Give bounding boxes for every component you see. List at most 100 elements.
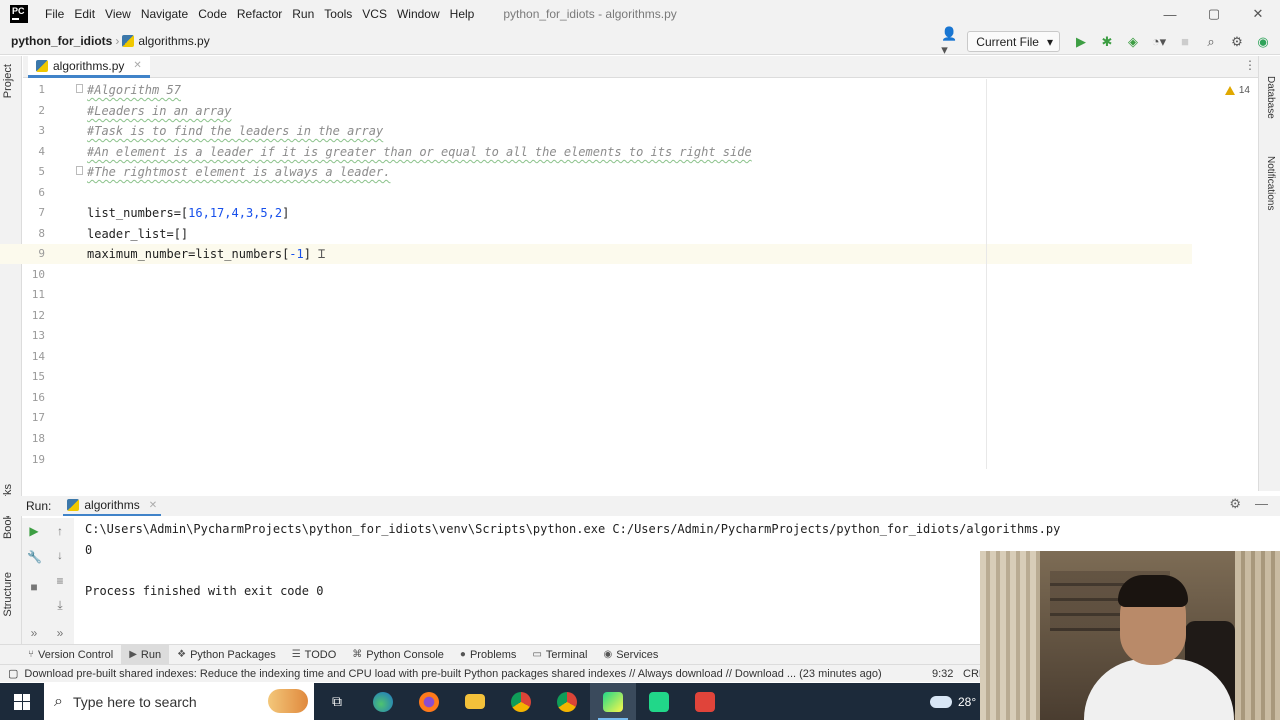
code-line-8: leader_list=[] [87, 224, 188, 244]
tab-python-packages[interactable]: ❖ Python Packages [169, 645, 284, 665]
close-icon[interactable]: ✕ [133, 60, 141, 71]
tab-problems[interactable]: ● Problems [452, 645, 525, 665]
breadcrumb-file-label: algorithms.py [138, 34, 210, 48]
weather-icon[interactable] [930, 695, 952, 708]
tab-version-control[interactable]: ⑂ Version Control [20, 645, 121, 665]
tab-python-console[interactable]: ⌘ Python Console [344, 645, 452, 665]
inspection-widget[interactable]: 14 [1224, 85, 1250, 96]
coverage-icon[interactable]: ◈ [1122, 32, 1144, 52]
menu-vcs[interactable]: VCS [357, 7, 392, 21]
terminal-icon: ▭ [532, 649, 542, 660]
structure-tool-tab[interactable]: Structure [2, 572, 14, 617]
comment-text: #Algorithm 57 [87, 83, 181, 97]
line-number: 8 [38, 227, 45, 240]
hide-icon[interactable]: — [1255, 496, 1268, 512]
tab-services[interactable]: ◉ Services [595, 645, 666, 665]
taskbar-app-pycharm[interactable] [590, 683, 636, 720]
taskbar-app-chrome[interactable] [498, 683, 544, 720]
menu-help[interactable]: Help [445, 7, 480, 21]
up-icon[interactable]: ↑ [53, 524, 67, 538]
code-area[interactable]: #Algorithm 57 #Leaders in an array #Task… [87, 79, 1237, 469]
menu-view[interactable]: View [100, 7, 136, 21]
minimize-button[interactable]: — [1148, 0, 1192, 28]
line-number: 1 [38, 83, 45, 96]
database-tool-tab[interactable]: Database [1265, 76, 1276, 119]
run-panel-label: Run: [26, 499, 52, 513]
wrench-icon[interactable]: 🔧 [27, 550, 42, 564]
stop-icon[interactable]: ■ [1174, 32, 1196, 52]
code-editor[interactable]: 1 2 3 4 5 6 7 8 9 10 11 12 13 14 15 16 1… [0, 79, 1258, 469]
tab-algorithms-py[interactable]: algorithms.py ✕ [28, 56, 150, 78]
jetbrains-logo-icon[interactable]: ◉ [1252, 32, 1274, 52]
line-number: 3 [38, 124, 45, 137]
firefox-icon [419, 691, 439, 712]
scroll-to-end-icon[interactable]: ⤓ [53, 598, 67, 612]
taskbar-search[interactable]: ⌕ Type here to search [44, 683, 314, 720]
navbar-actions: 👤▾ Current File ▾ ▶ ✱ ◈ ◔▾ ■ ⌕ ⚙ ◉ [941, 26, 1274, 57]
menu-file[interactable]: File [40, 7, 69, 21]
weather-temp[interactable]: 28° [958, 695, 976, 709]
status-message[interactable]: ▢ Download pre-built shared indexes: Red… [8, 667, 882, 681]
console-line: Process finished with exit code 0 [85, 584, 324, 598]
profile-icon[interactable]: ◔▾ [1148, 32, 1170, 52]
list-icon: ☰ [291, 649, 301, 660]
tab-terminal[interactable]: ▭ Terminal [524, 645, 595, 665]
app-icon [695, 691, 715, 712]
task-view-button[interactable]: ⧉ [314, 683, 360, 720]
menu-code[interactable]: Code [193, 7, 232, 21]
run-console[interactable]: C:\Users\Admin\PycharmProjects\python_fo… [75, 518, 1060, 644]
code-token: maximum_number=list_numbers[ [87, 247, 290, 261]
taskbar-app-red[interactable] [682, 683, 728, 720]
menu-edit[interactable]: Edit [69, 7, 100, 21]
taskbar-app-explorer[interactable] [452, 683, 498, 720]
search-icon[interactable]: ⌕ [1200, 32, 1222, 52]
taskbar-app-chrome-2[interactable] [544, 683, 590, 720]
run-icon[interactable]: ▶ [1070, 32, 1092, 52]
tab-run[interactable]: ▶ Run [121, 644, 170, 665]
run-panel-header: Run: algorithms ✕ ⚙ — [0, 496, 1280, 516]
close-button[interactable]: ✕ [1236, 0, 1280, 28]
taskbar-app-pycharm-ce[interactable] [636, 683, 682, 720]
maximize-button[interactable]: ▢ [1192, 0, 1236, 28]
edge-icon [373, 691, 393, 712]
gear-icon[interactable]: ⚙ [1226, 32, 1248, 52]
more-icon[interactable]: » [27, 626, 41, 640]
tab-run-algorithms[interactable]: algorithms ✕ [63, 496, 162, 516]
soft-wrap-icon[interactable]: ≡ [53, 574, 67, 588]
debug-icon[interactable]: ✱ [1096, 32, 1118, 52]
tab-todo[interactable]: ☰ TODO [284, 645, 345, 665]
menu-refactor[interactable]: Refactor [232, 7, 287, 21]
close-icon[interactable]: ✕ [149, 500, 157, 511]
run-config-selector[interactable]: Current File ▾ [967, 31, 1060, 52]
tab-label: algorithms.py [53, 58, 125, 73]
run-config-label: Current File [976, 34, 1039, 49]
console-line: C:\Users\Admin\PycharmProjects\python_fo… [85, 522, 1061, 536]
line-number: 7 [38, 206, 45, 219]
breadcrumb-project[interactable]: python_for_idiots [11, 34, 112, 48]
project-tool-tab[interactable]: Project [2, 64, 14, 98]
notifications-tool-tab[interactable]: Notifications [1265, 156, 1276, 210]
code-line-4: #An element is a leader if it is greater… [87, 142, 752, 162]
right-tool-strip: Database Notifications [1258, 56, 1280, 491]
fold-icon[interactable] [76, 166, 83, 175]
window-title: python_for_idiots - algorithms.py [503, 7, 677, 21]
rerun-icon[interactable]: ▶ [27, 524, 41, 538]
window-controls: — ▢ ✕ [1148, 0, 1280, 28]
down-icon[interactable]: ↓ [53, 548, 67, 562]
user-icon[interactable]: 👤▾ [941, 26, 963, 57]
fold-icon[interactable] [76, 84, 83, 93]
gear-icon[interactable]: ⚙ [1229, 496, 1241, 512]
inspection-count: 14 [1238, 85, 1250, 96]
stop-icon[interactable]: ■ [27, 580, 41, 594]
menu-run[interactable]: Run [287, 7, 319, 21]
more-icon[interactable]: » [53, 626, 67, 640]
menu-window[interactable]: Window [392, 7, 445, 21]
menu-navigate[interactable]: Navigate [136, 7, 193, 21]
start-button[interactable] [0, 683, 44, 720]
taskbar-app-edge[interactable] [360, 683, 406, 720]
caret-position[interactable]: 9:32 [932, 668, 953, 680]
more-icon[interactable]: ⋮ [1244, 58, 1256, 72]
taskbar-app-firefox[interactable] [406, 683, 452, 720]
breadcrumb-file[interactable]: algorithms.py [122, 34, 210, 48]
menu-tools[interactable]: Tools [319, 7, 357, 21]
